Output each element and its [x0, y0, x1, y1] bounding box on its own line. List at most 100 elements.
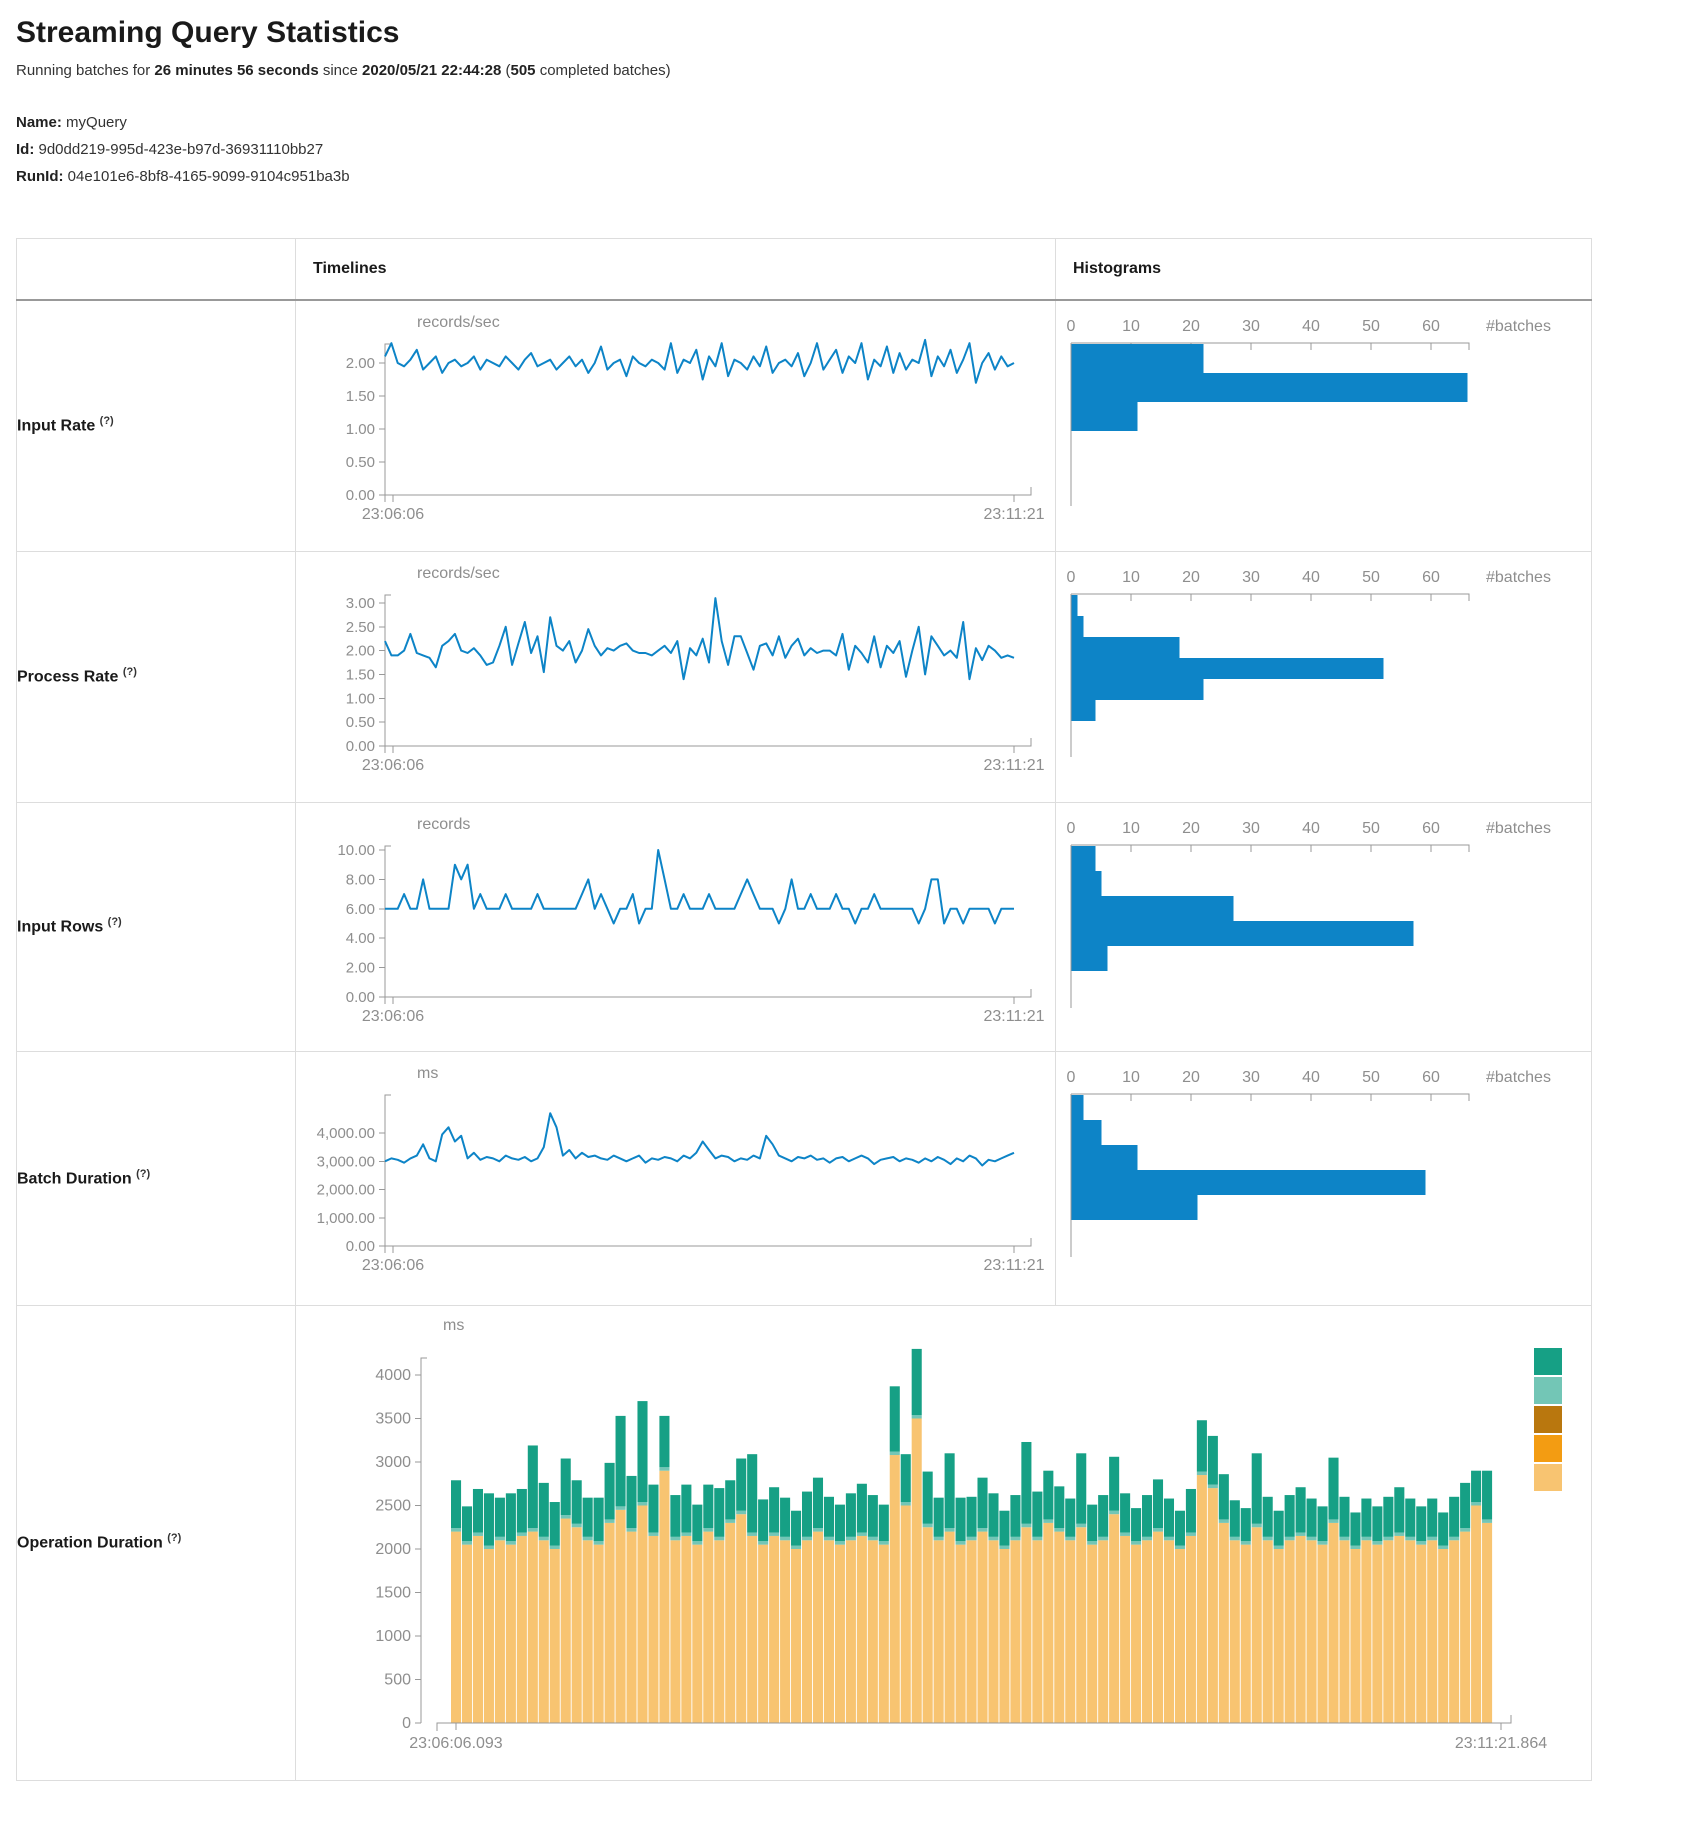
svg-text:#batches: #batches	[1486, 1069, 1551, 1086]
svg-text:records: records	[417, 816, 470, 833]
svg-text:1500: 1500	[375, 1584, 411, 1601]
input-rate-help-icon[interactable]: (?)	[100, 415, 114, 427]
batch-duration-histogram-chart: 0102030405060#batches	[1056, 1052, 1592, 1305]
svg-text:4000: 4000	[375, 1367, 411, 1384]
running-prefix: Running batches for	[16, 62, 154, 79]
input-rate-timeline-cell: records/sec0.000.501.001.502.0023:06:062…	[296, 300, 1056, 552]
svg-text:8.00: 8.00	[346, 871, 375, 888]
operation-duration-label-cell: Operation Duration (?)	[17, 1305, 296, 1780]
operation-duration-legend	[1534, 1348, 1562, 1493]
process-rate-label: Process Rate	[17, 669, 118, 686]
running-batches-line: Running batches for 26 minutes 56 second…	[16, 62, 1693, 79]
svg-text:0: 0	[1067, 820, 1076, 837]
svg-text:23:11:21: 23:11:21	[983, 1008, 1044, 1025]
legend-swatch-2	[1534, 1377, 1562, 1404]
legend-swatch-1	[1534, 1348, 1562, 1375]
svg-text:2.50: 2.50	[346, 618, 375, 635]
svg-text:60: 60	[1422, 1069, 1440, 1086]
svg-text:23:11:21: 23:11:21	[983, 1257, 1044, 1274]
completed-batches-count: 505	[511, 62, 536, 79]
svg-text:60: 60	[1422, 569, 1440, 586]
svg-text:2.00: 2.00	[346, 642, 375, 659]
input-rows-histogram-chart: 0102030405060#batches	[1056, 803, 1592, 1051]
svg-text:23:11:21.864: 23:11:21.864	[1455, 1735, 1547, 1752]
svg-text:10: 10	[1122, 820, 1140, 837]
svg-text:#batches: #batches	[1486, 569, 1551, 586]
input-rows-label: Input Rows	[17, 919, 103, 936]
svg-text:50: 50	[1362, 318, 1380, 335]
svg-text:2.00: 2.00	[346, 959, 375, 976]
name-value: myQuery	[62, 114, 127, 131]
since-word: since	[319, 62, 362, 79]
svg-text:4.00: 4.00	[346, 930, 375, 947]
input-rows-row: Input Rows (?) records0.002.004.006.008.…	[17, 802, 1592, 1051]
svg-text:40: 40	[1302, 820, 1320, 837]
svg-text:23:06:06: 23:06:06	[362, 1008, 424, 1025]
batch-duration-help-icon[interactable]: (?)	[136, 1168, 150, 1180]
table-header-row: Timelines Histograms	[17, 239, 1592, 300]
svg-text:#batches: #batches	[1486, 318, 1551, 335]
legend-swatch-5	[1534, 1464, 1562, 1491]
svg-text:500: 500	[384, 1671, 411, 1688]
process-rate-timeline-chart: records/sec0.000.501.001.502.002.503.002…	[296, 552, 1056, 802]
batch-duration-timeline-chart: ms0.001,000.002,000.003,000.004,000.0023…	[296, 1052, 1056, 1305]
svg-text:1.50: 1.50	[346, 666, 375, 683]
svg-text:50: 50	[1362, 820, 1380, 837]
svg-text:60: 60	[1422, 318, 1440, 335]
svg-text:50: 50	[1362, 569, 1380, 586]
page: Streaming Query Statistics Running batch…	[0, 16, 1693, 1781]
svg-text:20: 20	[1182, 569, 1200, 586]
completed-suffix: completed batches)	[536, 62, 671, 79]
operation-duration-chart-cell: ms0500100015002000250030003500400023:06:…	[296, 1305, 1592, 1780]
process-rate-row: Process Rate (?) records/sec0.000.501.00…	[17, 551, 1592, 802]
input-rate-label: Input Rate	[17, 418, 95, 435]
running-duration: 26 minutes 56 seconds	[154, 62, 318, 79]
legend-swatch-4	[1534, 1435, 1562, 1462]
input-rows-help-icon[interactable]: (?)	[108, 916, 122, 928]
svg-text:0: 0	[1067, 569, 1076, 586]
svg-text:3.00: 3.00	[346, 594, 375, 611]
svg-text:23:06:06: 23:06:06	[362, 506, 424, 523]
id-label: Id:	[16, 141, 34, 158]
input-rows-label-cell: Input Rows (?)	[17, 802, 296, 1051]
start-time: 2020/05/21 22:44:28	[362, 62, 501, 79]
svg-text:records/sec: records/sec	[417, 565, 500, 582]
svg-text:2500: 2500	[375, 1497, 411, 1514]
process-rate-timeline-cell: records/sec0.000.501.001.502.002.503.002…	[296, 551, 1056, 802]
legend-swatch-3	[1534, 1406, 1562, 1433]
timelines-column-header: Timelines	[296, 239, 1056, 300]
svg-text:ms: ms	[417, 1065, 438, 1082]
svg-text:50: 50	[1362, 1069, 1380, 1086]
svg-text:10: 10	[1122, 1069, 1140, 1086]
svg-text:1000: 1000	[375, 1628, 411, 1645]
svg-text:23:11:21: 23:11:21	[983, 506, 1044, 523]
svg-text:1.50: 1.50	[346, 388, 375, 405]
input-rate-histogram-chart: 0102030405060#batches	[1056, 301, 1592, 551]
operation-duration-help-icon[interactable]: (?)	[167, 1532, 181, 1544]
svg-text:2,000.00: 2,000.00	[317, 1181, 375, 1198]
input-rows-timeline-chart: records0.002.004.006.008.0010.0023:06:06…	[296, 803, 1056, 1051]
input-rate-histogram-cell: 0102030405060#batches	[1056, 300, 1592, 552]
svg-text:30: 30	[1242, 820, 1260, 837]
input-rate-timeline-chart: records/sec0.000.501.001.502.0023:06:062…	[296, 301, 1056, 551]
batch-duration-label: Batch Duration	[17, 1170, 132, 1187]
input-rows-histogram-cell: 0102030405060#batches	[1056, 802, 1592, 1051]
svg-text:1.00: 1.00	[346, 690, 375, 707]
svg-text:1,000.00: 1,000.00	[317, 1209, 375, 1226]
svg-text:2000: 2000	[375, 1541, 411, 1558]
runid-value: 04e101e6-8bf8-4165-9099-9104c951ba3b	[63, 168, 349, 185]
svg-text:40: 40	[1302, 1069, 1320, 1086]
svg-text:23:06:06: 23:06:06	[362, 757, 424, 774]
svg-text:ms: ms	[443, 1317, 464, 1334]
svg-text:3,000.00: 3,000.00	[317, 1153, 375, 1170]
svg-text:23:06:06.093: 23:06:06.093	[409, 1735, 503, 1752]
batch-duration-timeline-cell: ms0.001,000.002,000.003,000.004,000.0023…	[296, 1051, 1056, 1305]
input-rows-timeline-cell: records0.002.004.006.008.0010.0023:06:06…	[296, 802, 1056, 1051]
batch-duration-histogram-cell: 0102030405060#batches	[1056, 1051, 1592, 1305]
svg-text:0.00: 0.00	[346, 989, 375, 1006]
svg-text:23:06:06: 23:06:06	[362, 1257, 424, 1274]
svg-text:1.00: 1.00	[346, 421, 375, 438]
paren-open: (	[501, 62, 510, 79]
svg-text:4,000.00: 4,000.00	[317, 1125, 375, 1142]
process-rate-help-icon[interactable]: (?)	[123, 666, 137, 678]
